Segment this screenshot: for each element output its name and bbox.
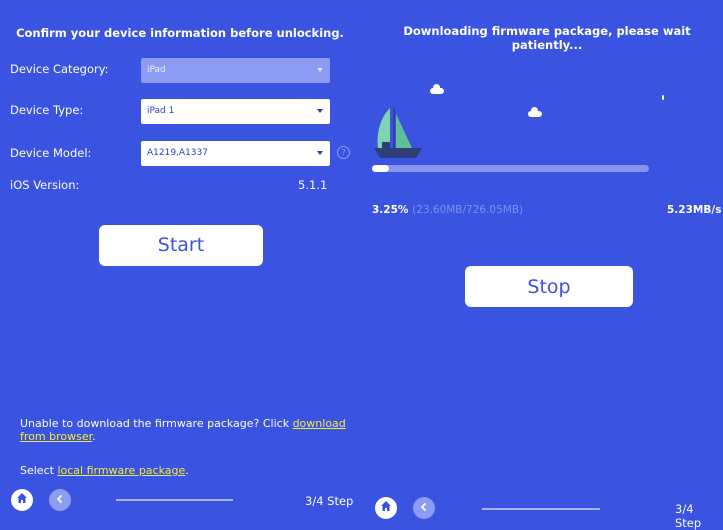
download-panel: Downloading firmware package, please wai… <box>362 0 723 530</box>
download-progress-bar <box>372 165 649 172</box>
step-indicator: 3/4 Step <box>675 502 702 530</box>
download-heading: Downloading firmware package, please wai… <box>403 24 691 52</box>
device-info-panel: Confirm your device information before u… <box>0 0 362 518</box>
cloud-icon <box>528 107 542 117</box>
home-icon[interactable] <box>11 489 33 511</box>
local-package-suffix: . <box>185 464 189 477</box>
sailboat-icon <box>374 108 422 158</box>
device-type-select[interactable]: iPad 1 <box>141 99 330 124</box>
chevron-down-icon <box>317 109 323 113</box>
step-progress-line <box>116 499 233 501</box>
device-model-select[interactable]: A1219,A1337 <box>141 141 330 166</box>
question-circle-icon[interactable]: ? <box>337 146 350 159</box>
local-package-text: Select local firmware package. <box>20 464 350 477</box>
download-help-prefix: Unable to download the firmware package?… <box>20 417 293 430</box>
download-size: (23.60MB/726.05MB) <box>412 204 524 216</box>
device-type-value: iPad 1 <box>147 106 175 116</box>
device-type-label: Device Type: <box>10 103 84 117</box>
stop-button[interactable]: Stop <box>465 266 633 307</box>
download-percent: 3.25% <box>372 204 409 216</box>
home-icon[interactable] <box>375 497 397 519</box>
step-progress-line <box>482 508 600 510</box>
download-help-text: Unable to download the firmware package?… <box>20 417 350 443</box>
back-chevron-icon[interactable] <box>413 497 435 519</box>
ios-version-value: 5.1.1 <box>298 178 328 192</box>
chevron-down-icon <box>317 68 323 72</box>
local-firmware-package-link[interactable]: local firmware package <box>57 464 185 477</box>
device-category-select: iPad <box>141 58 330 83</box>
device-category-value: iPad <box>147 65 166 75</box>
download-stats: 3.25% (23.60MB/726.05MB) <box>372 204 523 216</box>
cloud-icon <box>662 95 664 100</box>
device-info-heading: Confirm your device information before u… <box>16 26 344 40</box>
ios-version-label: iOS Version: <box>10 178 80 192</box>
cloud-icon <box>430 84 444 94</box>
download-speed: 5.23MB/s <box>667 204 722 216</box>
back-chevron-icon[interactable] <box>49 489 71 511</box>
local-package-prefix: Select <box>20 464 58 477</box>
chevron-down-icon <box>317 151 323 155</box>
device-model-label: Device Model: <box>10 146 92 160</box>
step-indicator: 3/4 Step <box>305 494 354 508</box>
start-button[interactable]: Start <box>99 225 263 266</box>
device-model-value: A1219,A1337 <box>147 148 208 158</box>
device-category-label: Device Category: <box>10 62 109 76</box>
download-progress-fill <box>372 165 389 172</box>
download-help-suffix: . <box>92 430 96 443</box>
